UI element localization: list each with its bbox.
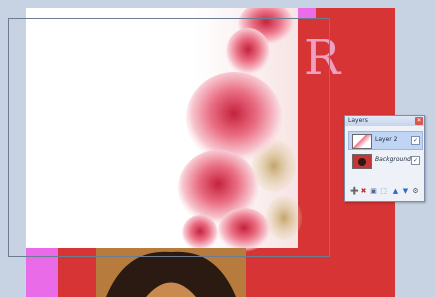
layers-panel[interactable]: Layers ✕ Layer 2 ✓ Background ✓ ➕ ✖ ▣ ⬚ … [344, 115, 425, 202]
layer-thumbnail [352, 134, 372, 149]
layer-name: Layer 2 [375, 136, 398, 143]
selection-edge-top [8, 18, 330, 19]
decorative-letter: R [304, 30, 341, 86]
selection-edge-left [8, 18, 9, 257]
add-layer-icon[interactable]: ➕ [350, 188, 359, 195]
move-up-icon[interactable]: ▲ [392, 188, 399, 195]
delete-layer-icon[interactable]: ✖ [360, 188, 367, 195]
workspace: R Layers ✕ Layer 2 ✓ Background ✓ ➕ ✖ ▣ … [0, 0, 435, 297]
visibility-checkbox[interactable]: ✓ [411, 136, 420, 145]
merge-layer-icon[interactable]: ⬚ [380, 188, 387, 195]
move-down-icon[interactable]: ▼ [402, 188, 409, 195]
selection-edge-right [329, 18, 330, 257]
visibility-checkbox[interactable]: ✓ [411, 156, 420, 165]
layer-row-layer-2[interactable]: Layer 2 ✓ [348, 131, 423, 150]
layer-thumbnail [352, 154, 372, 169]
layer-row-background[interactable]: Background ✓ [348, 151, 423, 170]
roses-artwork [178, 8, 302, 252]
properties-icon[interactable]: ⚙ [412, 188, 419, 195]
selection-edge-bottom [8, 256, 330, 257]
duplicate-layer-icon[interactable]: ▣ [370, 188, 377, 195]
image-canvas[interactable]: R [26, 8, 395, 297]
layer-name: Background [375, 156, 411, 163]
layers-panel-title-text: Layers [348, 117, 368, 124]
layers-panel-title[interactable]: Layers ✕ [345, 116, 424, 126]
close-icon[interactable]: ✕ [415, 117, 423, 125]
layers-toolbar: ➕ ✖ ▣ ⬚ ▲ ▼ ⚙ [348, 187, 421, 197]
